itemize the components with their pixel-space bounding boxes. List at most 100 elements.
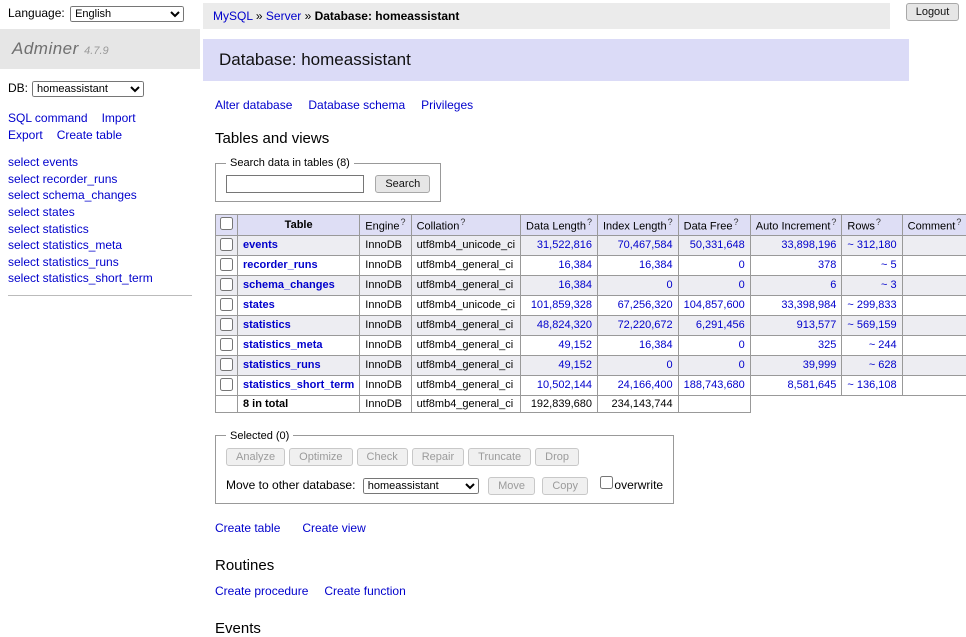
move-button[interactable]: Move [488,477,535,495]
index-length-link[interactable]: 16,384 [639,259,673,271]
auto-increment-link[interactable]: 33,898,196 [781,239,836,251]
row-checkbox-recorder-runs[interactable] [220,258,233,271]
data-length-link[interactable]: 31,522,816 [537,239,592,251]
sidebar-link-import[interactable]: Import [102,111,136,125]
create-view-link[interactable]: Create view [302,521,365,535]
index-length-link[interactable]: 70,467,584 [618,239,673,251]
data-free-link[interactable]: 188,743,680 [684,379,745,391]
data-free-link[interactable]: 0 [739,279,745,291]
auto-increment-link[interactable]: 378 [818,259,836,271]
rows-link[interactable]: ~ 312,180 [847,239,896,251]
rows-link[interactable]: ~ 299,833 [847,299,896,311]
data-length-link[interactable]: 48,824,320 [537,319,592,331]
index-length-link[interactable]: 24,166,400 [618,379,673,391]
table-link-statistics-runs[interactable]: statistics_runs [243,359,321,371]
rows-link[interactable]: ~ 628 [869,359,897,371]
data-length-link[interactable]: 16,384 [558,279,592,291]
rows-link[interactable]: ~ 244 [869,339,897,351]
data-free-link[interactable]: 6,291,456 [696,319,745,331]
auto-increment-link[interactable]: 325 [818,339,836,351]
breadcrumb-link-server[interactable]: Server [266,9,301,23]
drop-button[interactable]: Drop [535,448,579,466]
rows-link[interactable]: ~ 5 [881,259,897,271]
help-icon[interactable]: ? [401,217,406,227]
search-button[interactable]: Search [375,175,430,193]
help-icon[interactable]: ? [734,217,739,227]
search-input[interactable] [226,175,364,193]
logout-button[interactable]: Logout [906,3,960,21]
auto-increment-link[interactable]: 6 [830,279,836,291]
rows-link[interactable]: ~ 569,159 [847,319,896,331]
data-free-link[interactable]: 0 [739,359,745,371]
alter-database-link[interactable]: Alter database [215,98,292,112]
index-length-link[interactable]: 0 [667,359,673,371]
auto-increment-link[interactable]: 33,398,984 [781,299,836,311]
db-select[interactable]: homeassistant [32,81,144,97]
language-select[interactable]: English [70,6,184,22]
sidebar-select-states[interactable]: select states [8,204,192,221]
help-icon[interactable]: ? [831,217,836,227]
sidebar-link-export[interactable]: Export [8,128,43,142]
sidebar-select-schema-changes[interactable]: select schema_changes [8,187,192,204]
create-procedure-link[interactable]: Create procedure [215,584,308,598]
index-length-link[interactable]: 67,256,320 [618,299,673,311]
row-checkbox-statistics-runs[interactable] [220,358,233,371]
row-checkbox-statistics[interactable] [220,318,233,331]
app-name[interactable]: Adminer [12,39,79,58]
breadcrumb-link-mysql[interactable]: MySQL [213,9,253,23]
table-link-schema-changes[interactable]: schema_changes [243,279,335,291]
data-free-link[interactable]: 0 [739,259,745,271]
data-length-link[interactable]: 16,384 [558,259,592,271]
data-free-link[interactable]: 104,857,600 [684,299,745,311]
privileges-link[interactable]: Privileges [421,98,473,112]
select-all-checkbox[interactable] [220,217,233,230]
rows-link[interactable]: ~ 3 [881,279,897,291]
sidebar-select-statistics-short-term[interactable]: select statistics_short_term [8,270,192,287]
repair-button[interactable]: Repair [412,448,464,466]
help-icon[interactable]: ? [587,217,592,227]
help-icon[interactable]: ? [876,217,881,227]
data-length-link[interactable]: 49,152 [558,339,592,351]
database-schema-link[interactable]: Database schema [308,98,405,112]
data-length-link[interactable]: 101,859,328 [531,299,592,311]
sidebar-select-recorder-runs[interactable]: select recorder_runs [8,171,192,188]
row-checkbox-schema-changes[interactable] [220,278,233,291]
data-length-link[interactable]: 10,502,144 [537,379,592,391]
help-icon[interactable]: ? [460,217,465,227]
row-checkbox-statistics-meta[interactable] [220,338,233,351]
table-link-recorder-runs[interactable]: recorder_runs [243,259,318,271]
row-checkbox-states[interactable] [220,298,233,311]
analyze-button[interactable]: Analyze [226,448,285,466]
sidebar-select-statistics-meta[interactable]: select statistics_meta [8,237,192,254]
index-length-link[interactable]: 72,220,672 [618,319,673,331]
copy-button[interactable]: Copy [542,477,588,495]
move-db-select[interactable]: homeassistant [363,478,479,494]
sidebar-select-statistics[interactable]: select statistics [8,220,192,237]
auto-increment-link[interactable]: 8,581,645 [787,379,836,391]
row-checkbox-events[interactable] [220,238,233,251]
rows-link[interactable]: ~ 136,108 [847,379,896,391]
check-button[interactable]: Check [357,448,408,466]
help-icon[interactable]: ? [668,217,673,227]
table-link-statistics[interactable]: statistics [243,319,291,331]
row-checkbox-statistics-short-term[interactable] [220,378,233,391]
data-length-link[interactable]: 49,152 [558,359,592,371]
data-free-link[interactable]: 50,331,648 [690,239,745,251]
index-length-link[interactable]: 16,384 [639,339,673,351]
table-link-events[interactable]: events [243,239,278,251]
table-link-states[interactable]: states [243,299,275,311]
auto-increment-link[interactable]: 913,577 [797,319,837,331]
auto-increment-link[interactable]: 39,999 [803,359,837,371]
help-icon[interactable]: ? [956,217,961,227]
index-length-link[interactable]: 0 [667,279,673,291]
create-function-link[interactable]: Create function [324,584,405,598]
sidebar-select-events[interactable]: select events [8,154,192,171]
table-link-statistics-meta[interactable]: statistics_meta [243,339,323,351]
sidebar-link-create-table[interactable]: Create table [57,128,122,142]
data-free-link[interactable]: 0 [739,339,745,351]
optimize-button[interactable]: Optimize [289,448,352,466]
sidebar-link-sql-command[interactable]: SQL command [8,111,88,125]
table-link-statistics-short-term[interactable]: statistics_short_term [243,379,354,391]
sidebar-select-statistics-runs[interactable]: select statistics_runs [8,254,192,271]
create-table-link[interactable]: Create table [215,521,280,535]
